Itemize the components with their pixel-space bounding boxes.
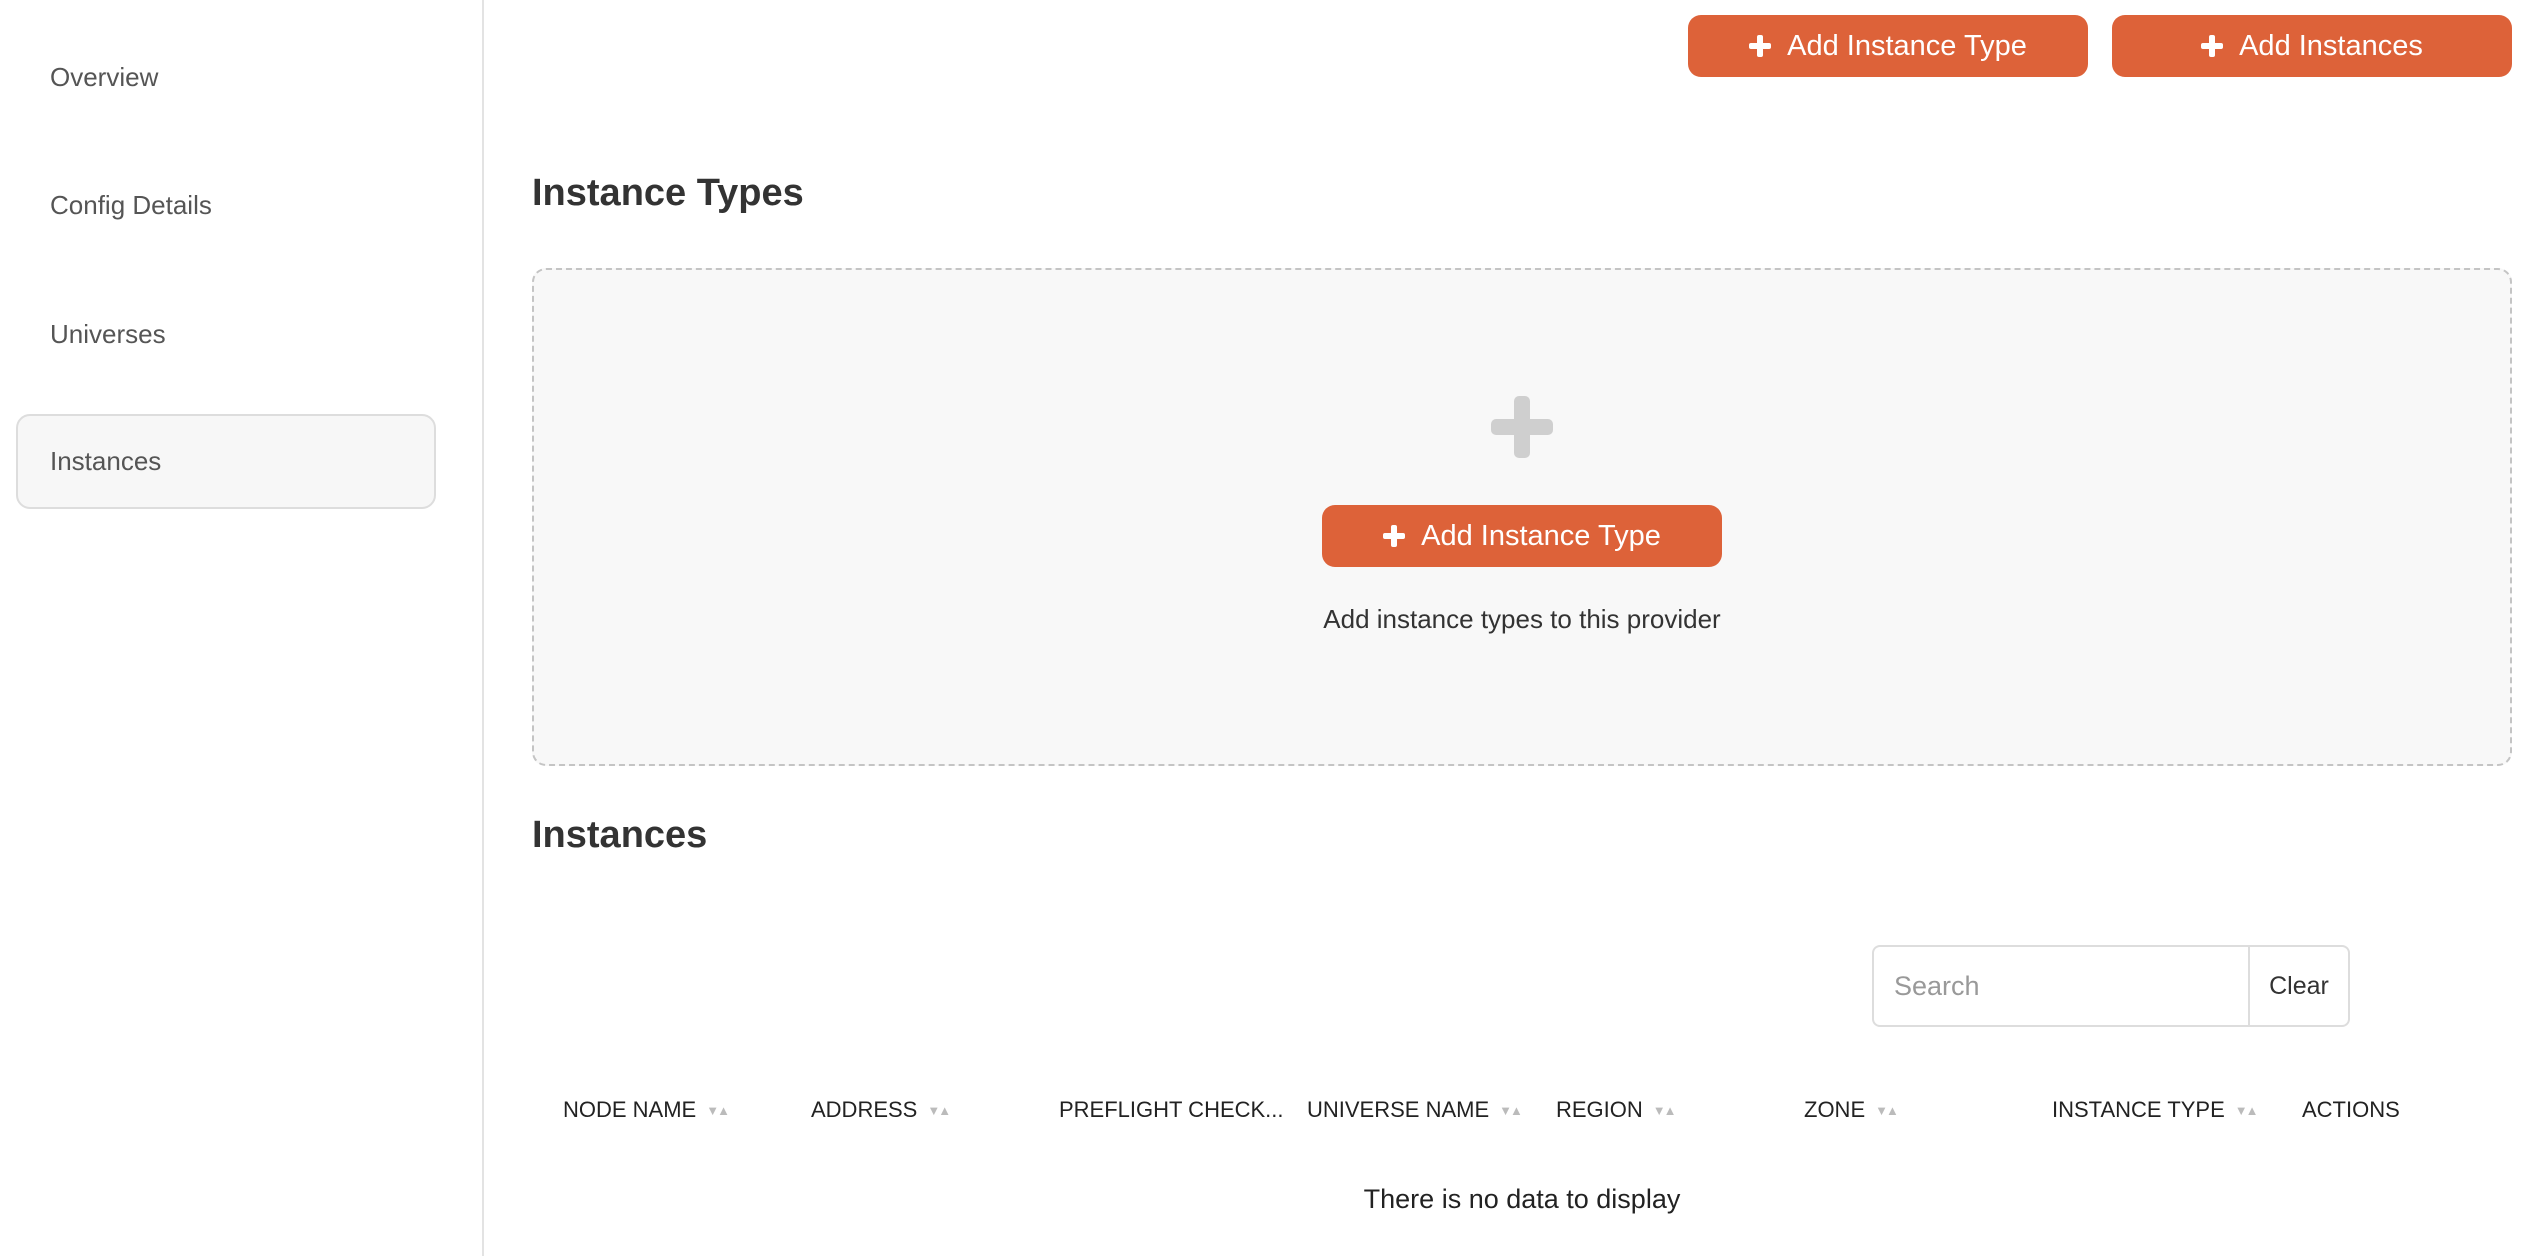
- button-label: Add Instance Type: [1421, 519, 1661, 552]
- column-header-address[interactable]: ADDRESS ▼▲: [811, 1097, 951, 1123]
- column-header-zone[interactable]: ZONE ▼▲: [1804, 1097, 1899, 1123]
- sort-icon: ▼▲: [1652, 1102, 1677, 1118]
- sidebar-item-instances[interactable]: Instances: [16, 414, 436, 509]
- sidebar-item-universes[interactable]: Universes: [16, 287, 436, 382]
- column-label: NODE NAME: [563, 1097, 697, 1122]
- instances-heading: Instances: [532, 814, 708, 856]
- button-label: Add Instance Type: [1787, 29, 2027, 62]
- sidebar: Overview Config Details Universes Instan…: [0, 0, 484, 1256]
- column-header-preflight-check: PREFLIGHT CHECK...: [1059, 1097, 1284, 1123]
- add-instance-type-button[interactable]: Add Instance Type: [1688, 15, 2088, 77]
- column-label: INSTANCE TYPE: [2052, 1097, 2225, 1122]
- sidebar-item-label: Instances: [50, 446, 162, 476]
- sidebar-item-label: Overview: [50, 62, 159, 92]
- sort-icon: ▼▲: [927, 1102, 951, 1118]
- instance-types-heading: Instance Types: [532, 172, 804, 214]
- add-instance-type-panel-button[interactable]: Add Instance Type: [1322, 505, 1722, 567]
- empty-table-message: There is no data to display: [1363, 1184, 1681, 1214]
- column-label: UNIVERSE NAME: [1307, 1097, 1490, 1122]
- sort-icon: ▼▲: [706, 1102, 730, 1118]
- plus-icon: [1491, 396, 1553, 458]
- column-label: ZONE: [1804, 1097, 1866, 1122]
- column-header-universe-name[interactable]: UNIVERSE NAME ▼▲: [1307, 1097, 1523, 1123]
- column-label: REGION: [1556, 1097, 1643, 1122]
- search-input[interactable]: [1874, 947, 2248, 1025]
- sidebar-item-label: Universes: [50, 319, 166, 349]
- plus-icon: [1383, 525, 1406, 547]
- sort-icon: ▼▲: [1499, 1102, 1523, 1118]
- column-header-region[interactable]: REGION ▼▲: [1556, 1097, 1677, 1123]
- column-header-node-name[interactable]: NODE NAME ▼▲: [563, 1097, 730, 1123]
- add-instances-button[interactable]: Add Instances: [2112, 15, 2512, 77]
- plus-icon: [2201, 35, 2224, 57]
- sidebar-item-overview[interactable]: Overview: [16, 30, 436, 125]
- column-header-instance-type[interactable]: INSTANCE TYPE ▼▲: [2052, 1097, 2259, 1123]
- column-label: PREFLIGHT CHECK...: [1059, 1097, 1284, 1122]
- column-label: ACTIONS: [2302, 1097, 2400, 1122]
- instance-types-hint: Add instance types to this provider: [1323, 604, 1721, 634]
- search-box: Clear: [1872, 945, 2350, 1027]
- column-label: ADDRESS: [811, 1097, 918, 1122]
- clear-button[interactable]: Clear: [2248, 947, 2348, 1025]
- sort-icon: ▼▲: [1875, 1102, 1899, 1118]
- button-label: Add Instances: [2239, 29, 2423, 62]
- sidebar-item-config-details[interactable]: Config Details: [16, 158, 436, 253]
- column-header-actions: ACTIONS: [2302, 1097, 2400, 1123]
- sort-icon: ▼▲: [2234, 1102, 2259, 1118]
- plus-icon: [1749, 35, 1772, 57]
- sidebar-item-label: Config Details: [50, 190, 212, 220]
